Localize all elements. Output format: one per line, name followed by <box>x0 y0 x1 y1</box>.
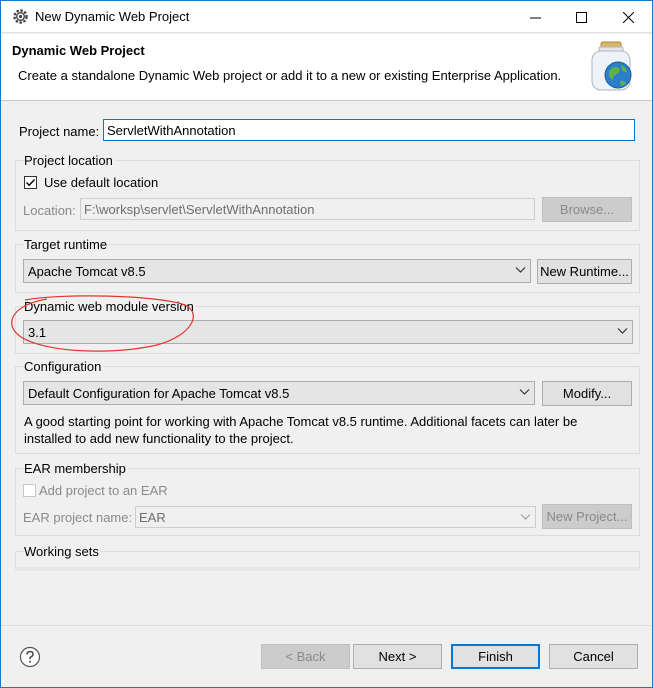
project-location-group-label: Project location <box>24 153 115 168</box>
location-value: F:\worksp\servlet\ServletWithAnnotation <box>84 202 315 217</box>
wizard-description: Create a standalone Dynamic Web project … <box>18 68 562 83</box>
ear-membership-group-label: EAR membership <box>24 461 128 476</box>
new-runtime-button-label: New Runtime... <box>540 264 629 279</box>
cancel-button-label: Cancel <box>573 649 614 664</box>
finish-button[interactable]: Finish <box>451 644 540 669</box>
location-input[interactable]: F:\worksp\servlet\ServletWithAnnotation <box>80 198 535 220</box>
browse-button[interactable]: Browse... <box>542 197 632 222</box>
finish-button-label: Finish <box>478 649 513 664</box>
back-button-label: < Back <box>285 649 326 664</box>
modify-button[interactable]: Modify... <box>542 381 632 406</box>
module-version-group-label: Dynamic web module version <box>24 299 196 314</box>
ear-project-name-select[interactable]: EAR <box>135 506 536 528</box>
configuration-value: Default Configuration for Apache Tomcat … <box>28 386 290 401</box>
target-runtime-value: Apache Tomcat v8.5 <box>28 264 146 279</box>
modify-button-label: Modify... <box>562 386 612 401</box>
configuration-select[interactable]: Default Configuration for Apache Tomcat … <box>23 381 535 405</box>
target-runtime-group-label: Target runtime <box>24 237 110 252</box>
ear-project-name-label: EAR project name: <box>23 510 133 525</box>
close-icon <box>622 11 634 23</box>
project-name-input[interactable]: ServletWithAnnotation <box>103 119 635 141</box>
next-button[interactable]: Next > <box>353 644 442 669</box>
chevron-down-icon <box>520 514 531 520</box>
new-ear-project-button[interactable]: New Project... <box>542 504 632 529</box>
use-default-location-label: Use default location <box>44 175 159 190</box>
help-icon[interactable] <box>19 646 41 668</box>
chevron-down-icon <box>519 389 530 395</box>
maximize-icon <box>575 11 587 23</box>
module-version-value: 3.1 <box>28 325 47 340</box>
close-button[interactable] <box>605 1 651 33</box>
cancel-button[interactable]: Cancel <box>549 644 638 669</box>
target-runtime-select[interactable]: Apache Tomcat v8.5 <box>23 259 531 283</box>
dialog-window: New Dynamic Web Project Dynamic Web Proj… <box>0 0 653 688</box>
eclipse-gear-icon <box>13 9 28 24</box>
back-button[interactable]: < Back <box>261 644 350 669</box>
add-to-ear-label: Add project to an EAR <box>39 483 168 498</box>
window-title: New Dynamic Web Project <box>35 9 190 24</box>
configuration-group-label: Configuration <box>24 359 104 374</box>
minimize-icon <box>529 17 541 18</box>
add-to-ear-checkbox[interactable] <box>23 484 36 497</box>
wizard-title: Dynamic Web Project <box>12 43 145 58</box>
module-version-select[interactable]: 3.1 <box>23 320 633 344</box>
chevron-down-icon <box>617 328 628 334</box>
new-ear-project-button-label: New Project... <box>546 509 628 524</box>
wizard-header: Dynamic Web Project Create a standalone … <box>1 34 652 101</box>
ear-project-name-value: EAR <box>139 510 166 525</box>
maximize-button[interactable] <box>558 1 604 33</box>
project-name-value: ServletWithAnnotation <box>107 123 236 138</box>
new-runtime-button[interactable]: New Runtime... <box>537 259 632 284</box>
project-name-label: Project name: <box>19 124 100 139</box>
chevron-down-icon <box>515 267 526 273</box>
minimize-button[interactable] <box>512 1 558 33</box>
configuration-description-line-1: A good starting point for working with A… <box>24 414 578 429</box>
working-sets-clip <box>15 567 640 571</box>
working-sets-group-label: Working sets <box>24 544 101 559</box>
next-button-label: Next > <box>378 649 417 664</box>
footer-separator <box>1 625 652 626</box>
browse-button-label: Browse... <box>559 202 615 217</box>
configuration-description-line-2: installed to add new functionality to th… <box>24 431 294 446</box>
location-label: Location: <box>23 203 76 218</box>
checkmark-icon <box>26 179 36 187</box>
use-default-location-checkbox[interactable] <box>24 176 37 189</box>
web-project-jar-icon <box>591 41 632 91</box>
title-bar[interactable]: New Dynamic Web Project <box>1 1 652 33</box>
